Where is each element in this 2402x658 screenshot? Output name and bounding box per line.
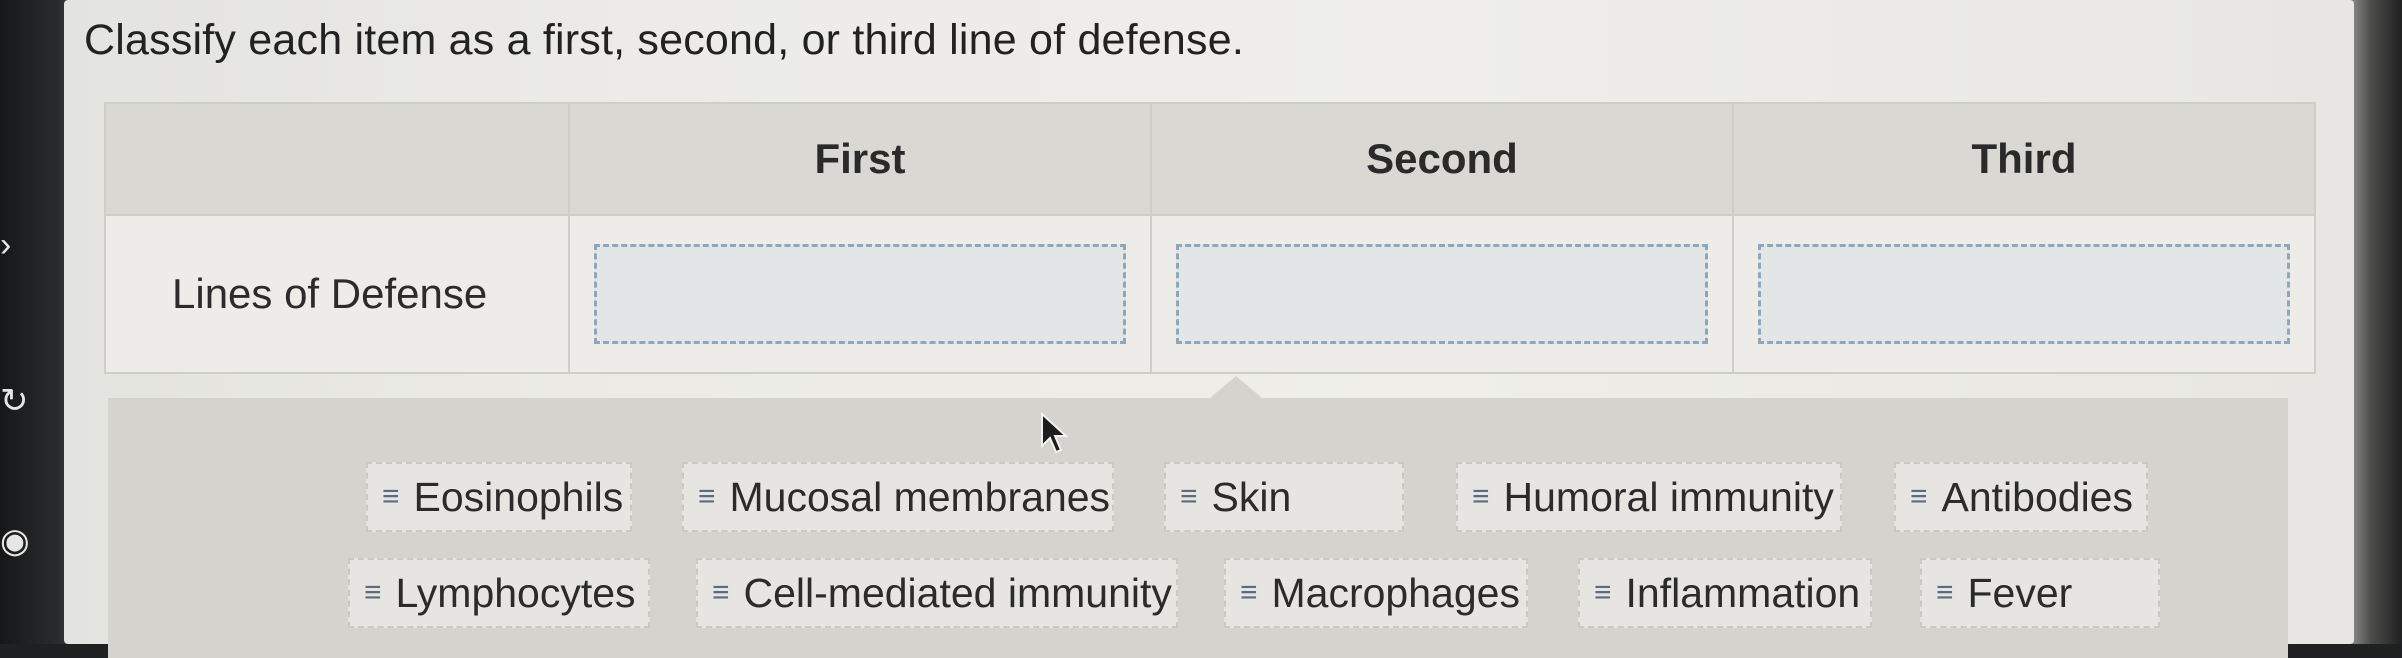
grip-lines-icon: ≡: [712, 576, 730, 609]
edge-chevron-icon: ›: [0, 226, 12, 264]
classification-table: First Second Third Lines of Defense: [104, 102, 2316, 374]
grip-lines-icon: ≡: [1180, 480, 1198, 513]
mouse-pointer-icon: [1041, 412, 1069, 454]
draggable-item-antibodies[interactable]: ≡ Antibodies: [1894, 462, 2148, 532]
answer-pool: ≡ Eosinophils ≡ Mucosal membranes ≡ Skin…: [108, 376, 2288, 658]
grip-lines-icon: ≡: [1936, 576, 1954, 609]
grip-lines-icon: ≡: [382, 480, 400, 513]
draggable-item-macrophages[interactable]: ≡ Macrophages: [1224, 558, 1528, 628]
drop-zone-third[interactable]: [1758, 244, 2290, 344]
edge-loop-icon: ↻: [0, 382, 29, 420]
question-panel: Classify each item as a first, second, o…: [64, 0, 2354, 658]
item-label: Lymphocytes: [395, 569, 636, 616]
drop-zone-first[interactable]: [594, 244, 1126, 344]
draggable-item-skin[interactable]: ≡ Skin: [1164, 462, 1404, 532]
draggable-item-eosinophils[interactable]: ≡ Eosinophils: [366, 462, 632, 532]
edge-eye-icon: ◉: [0, 522, 30, 560]
item-label: Macrophages: [1271, 569, 1520, 616]
question-prompt: Classify each item as a first, second, o…: [84, 16, 1245, 64]
row-label-lines-of-defense: Lines of Defense: [104, 214, 570, 374]
item-label: Skin: [1211, 473, 1292, 520]
pool-pointer-notch: [1210, 376, 1262, 398]
column-header-second: Second: [1150, 102, 1734, 216]
item-label: Humoral immunity: [1503, 473, 1834, 520]
grip-lines-icon: ≡: [1910, 480, 1928, 513]
draggable-item-fever[interactable]: ≡ Fever: [1920, 558, 2160, 628]
item-label: Antibodies: [1941, 473, 2133, 520]
item-label: Fever: [1967, 569, 2073, 616]
monitor-bezel-left: › ↻ ◉: [0, 0, 72, 644]
column-header-first: First: [568, 102, 1152, 216]
grip-lines-icon: ≡: [1240, 576, 1258, 609]
drop-zone-second[interactable]: [1176, 244, 1708, 344]
grip-lines-icon: ≡: [1472, 480, 1490, 513]
draggable-item-lymphocytes[interactable]: ≡ Lymphocytes: [348, 558, 650, 628]
draggable-item-inflammation[interactable]: ≡ Inflammation: [1578, 558, 1872, 628]
third-column-cell: [1732, 214, 2316, 374]
column-header-third: Third: [1732, 102, 2316, 216]
first-column-cell: [568, 214, 1152, 374]
grip-lines-icon: ≡: [1594, 576, 1612, 609]
grip-lines-icon: ≡: [364, 576, 382, 609]
grip-lines-icon: ≡: [698, 480, 716, 513]
draggable-item-cell-mediated-immunity[interactable]: ≡ Cell-mediated immunity: [696, 558, 1178, 628]
item-label: Inflammation: [1625, 569, 1861, 616]
item-label: Eosinophils: [413, 473, 624, 520]
second-column-cell: [1150, 214, 1734, 374]
item-label: Cell-mediated immunity: [743, 569, 1172, 616]
monitor-bezel-right: [2350, 0, 2402, 644]
item-label: Mucosal membranes: [729, 473, 1111, 520]
draggable-item-humoral-immunity[interactable]: ≡ Humoral immunity: [1456, 462, 1842, 532]
header-empty-cell: [104, 102, 570, 216]
draggable-item-mucosal-membranes[interactable]: ≡ Mucosal membranes: [682, 462, 1114, 532]
